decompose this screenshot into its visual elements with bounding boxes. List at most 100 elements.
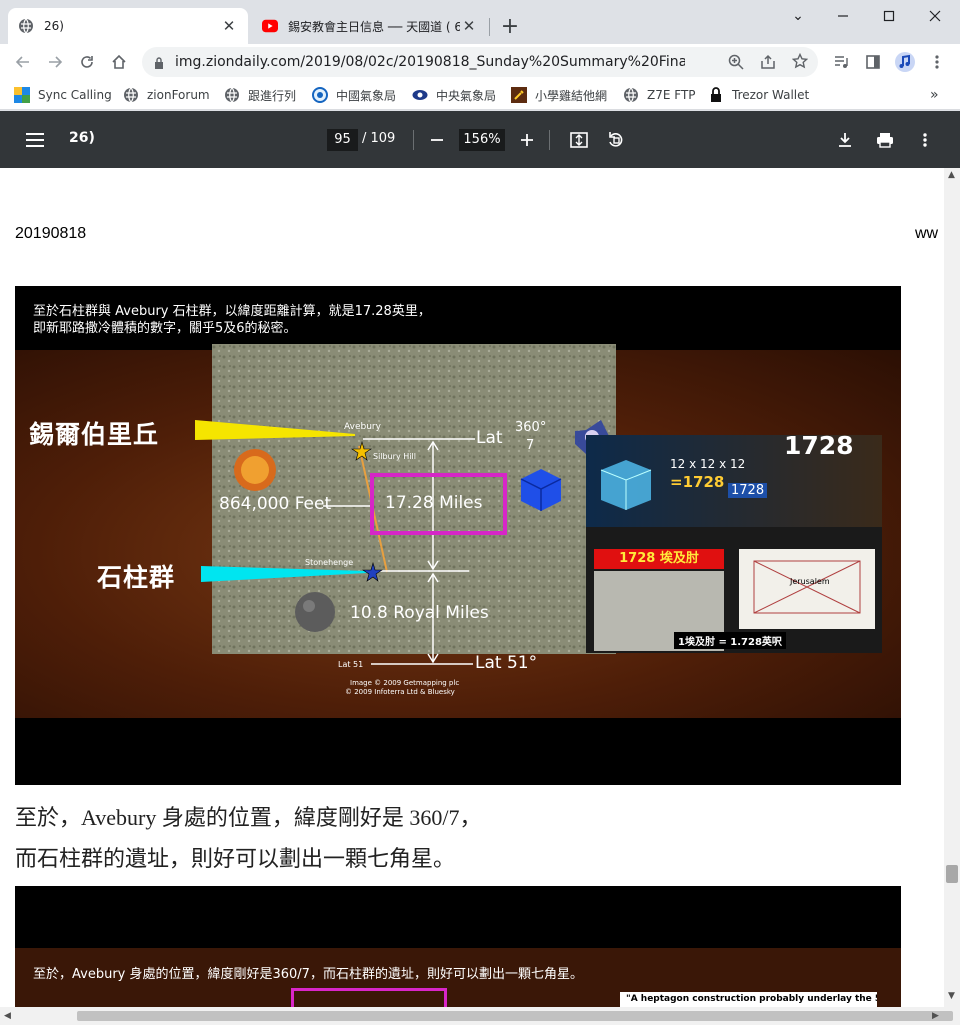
menu-kebab-icon[interactable] — [922, 47, 952, 77]
bookmark-label: zionForum — [147, 88, 210, 102]
slide-image-2: 至於，Avebury 身處的位置，緯度剛好是360/7，而石柱群的遺址，則好可以… — [15, 886, 901, 1007]
pdf-toolbar: 26) 95 / 109 156% — [0, 111, 960, 168]
page-number-input[interactable]: 95 — [327, 129, 358, 151]
back-button[interactable] — [8, 47, 38, 77]
bookmarks-bar: Sync Calling zionForum 跟進行列 中國氣象局 中央氣象局 … — [0, 80, 960, 110]
bookmark-label: Sync Calling — [38, 88, 112, 102]
bookmark-z7e-ftp[interactable]: Z7E FTP — [623, 85, 696, 105]
scroll-down-icon[interactable]: ▼ — [948, 991, 955, 1001]
tab-active[interactable]: 26) ✕ — [8, 8, 248, 44]
bookmark-label: Trezor Wallet — [732, 88, 810, 102]
scroll-left-icon[interactable]: ◀ — [4, 1011, 11, 1021]
address-bar[interactable]: img.ziondaily.com/2019/08/02c/20190818_S… — [142, 47, 818, 77]
zoom-in-button[interactable] — [514, 127, 540, 153]
inset-jerusalem-label: Jerusalem — [790, 577, 830, 586]
slide-image-1: 至於石柱群與 Avebury 石柱群，以緯度距離計算，就是17.28英里， 即新… — [15, 286, 901, 785]
vertical-scroll-thumb[interactable] — [946, 865, 958, 883]
tab-youtube[interactable]: 錫安教會主日信息 ── 天國道 ( 6 ✕ — [252, 8, 488, 44]
reload-button[interactable] — [72, 47, 102, 77]
divider — [549, 130, 550, 150]
media-control-icon[interactable] — [826, 47, 856, 77]
lock-icon[interactable] — [154, 55, 164, 74]
slide2-highlight-box — [291, 988, 447, 1007]
horizontal-scroll-thumb[interactable] — [77, 1011, 953, 1021]
url-text[interactable]: img.ziondaily.com/2019/08/02c/20190818_S… — [175, 47, 685, 77]
zoom-out-button[interactable] — [424, 127, 450, 153]
bookmark-label: 小學雞結他網 — [535, 88, 608, 103]
image-credit-1: Image © 2009 Getmapping plc — [350, 679, 460, 687]
zoom-icon[interactable] — [728, 54, 744, 74]
slide2-caption: 至於，Avebury 身處的位置，緯度剛好是360/7，而石柱群的遺址，則好可以… — [33, 967, 583, 982]
label-avebury: Avebury — [344, 422, 381, 432]
inset-formula: 12 x 12 x 12 — [670, 457, 746, 471]
browser-toolbar: img.ziondaily.com/2019/08/02c/20190818_S… — [0, 44, 960, 80]
lock-icon — [708, 87, 724, 103]
guitar-icon — [511, 87, 527, 103]
bookmark-guitar[interactable]: 小學雞結他網 — [511, 85, 607, 105]
share-icon[interactable] — [760, 54, 776, 74]
inset-banner: 1728 埃及肘 — [594, 549, 724, 569]
bookmark-label: 中央氣象局 — [436, 88, 497, 103]
cube-icon — [600, 460, 652, 510]
globe-icon — [224, 87, 240, 103]
tab-search-icon[interactable]: ⌄ — [775, 4, 821, 28]
inset-1728-title: 1728 — [784, 431, 854, 460]
label-stonehenge: Stonehenge — [305, 558, 354, 567]
bookmark-cwb[interactable]: 中央氣象局 — [412, 85, 496, 105]
close-tab-icon[interactable]: ✕ — [220, 17, 238, 35]
maximize-button[interactable] — [866, 4, 912, 28]
bookmarks-overflow-button[interactable]: » — [930, 85, 939, 105]
pdf-more-icon[interactable] — [912, 127, 938, 153]
scroll-right-icon[interactable]: ▶ — [932, 1011, 939, 1021]
bookmark-star-icon[interactable] — [791, 52, 809, 73]
new-tab-button[interactable]: + — [497, 13, 523, 39]
bookmark-zionforum[interactable]: zionForum — [123, 85, 210, 105]
bookmark-label: 跟進行列 — [248, 88, 297, 103]
zoom-level-input[interactable]: 156% — [459, 129, 505, 151]
weather-icon — [312, 87, 328, 103]
label-miles: 17.28 Miles — [385, 493, 483, 513]
label-silbury-hill-cn: 錫爾伯里丘 — [29, 420, 160, 449]
horizontal-scrollbar[interactable]: ◀ ▶ — [0, 1007, 960, 1025]
globe-icon — [623, 87, 639, 103]
tab-divider — [489, 18, 490, 36]
close-tab-icon[interactable]: ✕ — [460, 17, 478, 35]
bookmark-trezor[interactable]: Trezor Wallet — [708, 85, 809, 105]
eye-icon — [412, 87, 428, 103]
pdf-document-title: 26) — [69, 130, 95, 146]
label-lat-denominator: 7 — [526, 438, 535, 453]
label-lat-top: Lat — [476, 428, 503, 448]
body-paragraph-line-2: 而石柱群的遺址，則好可以劃出一顆七角星。 — [15, 846, 456, 871]
label-lat-numerator: 360° — [515, 420, 547, 435]
home-button[interactable] — [104, 47, 134, 77]
download-icon[interactable] — [832, 127, 858, 153]
scroll-up-icon[interactable]: ▲ — [948, 170, 955, 180]
globe-icon — [18, 18, 34, 34]
divider — [413, 130, 414, 150]
fit-to-page-icon[interactable] — [566, 127, 592, 153]
bookmark-label: Z7E FTP — [647, 88, 696, 102]
browser-window: 26) ✕ 錫安教會主日信息 ── 天國道 ( 6 ✕ + ⌄ img.zion… — [0, 0, 960, 1025]
print-icon[interactable] — [872, 127, 898, 153]
pdf-menu-icon[interactable] — [22, 127, 48, 153]
minimize-button[interactable] — [820, 4, 866, 28]
youtube-icon — [262, 18, 278, 34]
inset-footer: 1埃及肘 = 1.728英呎 — [674, 632, 786, 649]
image-credit-2: © 2009 Infoterra Ltd & Bluesky — [345, 688, 455, 696]
globe-icon — [123, 87, 139, 103]
bookmark-sync-calling[interactable]: Sync Calling — [14, 85, 112, 105]
bookmark-follow-up[interactable]: 跟進行列 — [224, 85, 296, 105]
pdf-viewer[interactable]: 20190818 ww 至於石柱群與 Avebury 石柱群，以緯度距離計算，就… — [0, 168, 944, 1007]
tab-title: 錫安教會主日信息 ── 天國道 ( 6 — [288, 19, 460, 34]
bookmark-china-weather[interactable]: 中國氣象局 — [312, 85, 396, 105]
tab-strip: 26) ✕ 錫安教會主日信息 ── 天國道 ( 6 ✕ + ⌄ — [0, 0, 960, 44]
rotate-icon[interactable] — [603, 127, 629, 153]
close-window-button[interactable] — [912, 4, 958, 28]
bookmark-label: 中國氣象局 — [336, 88, 397, 103]
vertical-scrollbar[interactable]: ▲ ▼ — [944, 168, 960, 1007]
forward-button[interactable] — [40, 47, 70, 77]
side-panel-icon[interactable] — [858, 47, 888, 77]
profile-avatar[interactable] — [890, 47, 920, 77]
label-stonehenge-cn: 石柱群 — [97, 563, 176, 592]
inset-equals: =1728 — [670, 473, 725, 491]
